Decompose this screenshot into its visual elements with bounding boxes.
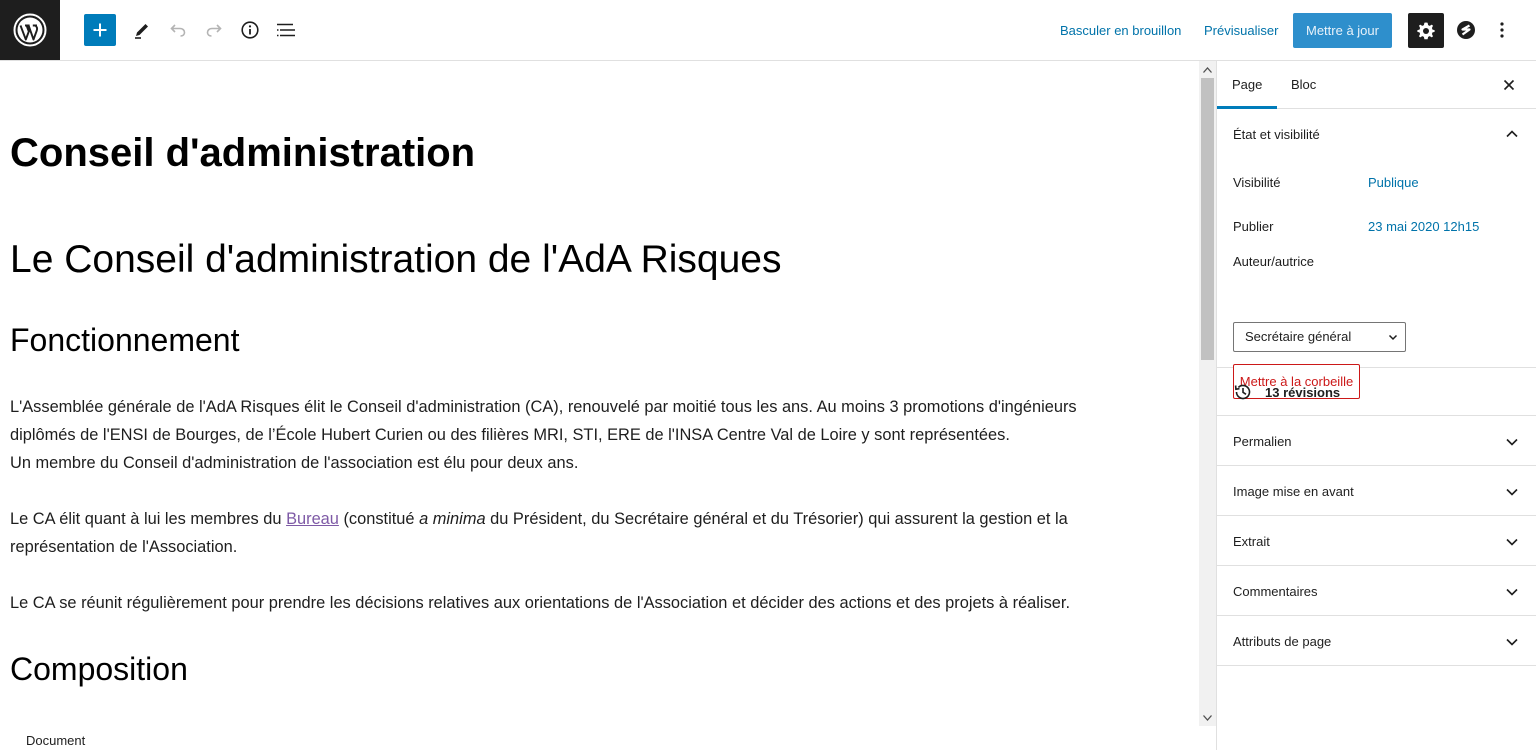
switch-to-draft-button[interactable]: Basculer en brouillon: [1060, 0, 1181, 61]
publish-date-link[interactable]: 23 mai 2020 12h15: [1368, 219, 1479, 234]
revisions-button[interactable]: 13 révisions: [1217, 368, 1536, 416]
editor-toolbar: Basculer en brouillon Prévisualiser Mett…: [0, 0, 1536, 61]
paragraph-text: (constitué: [338, 510, 420, 528]
sidebar-tabs: Page Bloc: [1217, 61, 1536, 109]
page-attributes-panel[interactable]: Attributs de page: [1217, 616, 1536, 666]
redo-icon: [206, 24, 222, 37]
more-vertical-icon: [1500, 22, 1504, 38]
undo-button[interactable]: [162, 14, 194, 46]
paragraph-line: L'Assemblée générale de l'AdA Risques él…: [10, 398, 1077, 416]
paragraph-line: Le CA se réunit régulièrement pour prend…: [10, 594, 1070, 612]
paragraph-text: du Président, du Secrétaire général et d…: [485, 510, 1068, 528]
excerpt-panel[interactable]: Extrait: [1217, 516, 1536, 566]
bureau-link[interactable]: Bureau: [286, 510, 339, 528]
chevron-down-icon: [1506, 588, 1518, 596]
paragraph-line: représentation de l'Association.: [10, 538, 238, 556]
add-block-button[interactable]: [84, 14, 116, 46]
settings-sidebar: Page Bloc État et visibilité Visibilité …: [1216, 61, 1536, 750]
author-label: Auteur/autrice: [1233, 254, 1314, 269]
list-view-button[interactable]: [270, 14, 302, 46]
chevron-down-icon: [1506, 638, 1518, 646]
publish-label: Publier: [1233, 219, 1274, 234]
permalink-panel[interactable]: Permalien: [1217, 416, 1536, 466]
panel-title: Permalien: [1233, 434, 1292, 449]
paragraph-block[interactable]: L'Assemblée générale de l'AdA Risques él…: [10, 393, 1160, 477]
settings-button[interactable]: [1408, 13, 1444, 48]
paragraph-block[interactable]: Le CA se réunit régulièrement pour prend…: [10, 589, 1160, 617]
paragraph-line: Le CA élit quant à lui les membres du Bu…: [10, 505, 1160, 533]
update-button[interactable]: Mettre à jour: [1293, 13, 1392, 48]
options-button[interactable]: [1486, 14, 1518, 46]
post-title[interactable]: Conseil d'administration: [10, 131, 475, 176]
preview-button[interactable]: Prévisualiser: [1204, 0, 1278, 61]
panel-title: Commentaires: [1233, 584, 1318, 599]
pencil-icon: [135, 24, 148, 39]
editor-scrollbar[interactable]: [1199, 61, 1216, 726]
tab-block[interactable]: Bloc: [1291, 61, 1316, 109]
visibility-label: Visibilité: [1233, 175, 1281, 190]
discussion-panel[interactable]: Commentaires: [1217, 566, 1536, 616]
wordpress-logo-icon[interactable]: [0, 0, 60, 60]
heading-fonctionnement[interactable]: Fonctionnement: [10, 322, 239, 359]
chevron-down-icon: [1388, 334, 1398, 341]
panel-title: Image mise en avant: [1233, 484, 1354, 499]
scroll-up-arrow[interactable]: [1199, 61, 1216, 78]
undo-icon: [170, 24, 186, 37]
panel-title: Extrait: [1233, 534, 1270, 549]
visibility-value-link[interactable]: Publique: [1368, 175, 1419, 190]
paragraph-line: diplômés de l'ENSI de Bourges, de l’Écol…: [10, 426, 1010, 444]
chevron-down-icon: [1506, 438, 1518, 446]
paragraph-line: Un membre du Conseil d'administration de…: [10, 454, 579, 472]
panel-title[interactable]: État et visibilité: [1233, 127, 1320, 142]
scroll-thumb[interactable]: [1201, 78, 1214, 360]
breadcrumb-document[interactable]: Document: [26, 733, 85, 748]
chevron-up-icon[interactable]: [1505, 127, 1519, 141]
block-breadcrumb: Document: [0, 726, 1216, 750]
paragraph-text: Le CA élit quant à lui les membres du: [10, 510, 287, 528]
plus-icon: [93, 23, 107, 37]
author-select[interactable]: Secrétaire général: [1233, 322, 1406, 352]
scroll-down-arrow[interactable]: [1199, 709, 1216, 726]
info-icon: [241, 21, 259, 39]
editor-canvas[interactable]: Conseil d'administration Le Conseil d'ad…: [0, 61, 1200, 726]
featured-image-panel[interactable]: Image mise en avant: [1217, 466, 1536, 516]
panel-title: Attributs de page: [1233, 634, 1332, 649]
heading-composition[interactable]: Composition: [10, 651, 188, 688]
close-sidebar-button[interactable]: [1499, 75, 1519, 95]
close-icon: [1503, 79, 1515, 91]
heading-block[interactable]: Le Conseil d'administration de l'AdA Ris…: [10, 238, 782, 282]
jetpack-icon: [1457, 21, 1475, 39]
list-view-icon: [277, 23, 295, 37]
paragraph-italic: a minima: [419, 510, 486, 528]
tools-button[interactable]: [126, 14, 158, 46]
paragraph-block[interactable]: Le CA élit quant à lui les membres du Bu…: [10, 505, 1160, 561]
chevron-down-icon: [1506, 538, 1518, 546]
gear-icon: [1417, 22, 1435, 39]
author-select-value: Secrétaire général: [1245, 329, 1352, 344]
tab-page[interactable]: Page: [1217, 61, 1278, 109]
history-icon: [1234, 384, 1251, 400]
status-visibility-panel: État et visibilité Visibilité Publique P…: [1217, 109, 1536, 399]
chevron-down-icon: [1506, 488, 1518, 496]
redo-button[interactable]: [198, 14, 230, 46]
revisions-count: 13 révisions: [1265, 385, 1341, 400]
jetpack-button[interactable]: [1450, 14, 1482, 46]
details-button[interactable]: [234, 14, 266, 46]
